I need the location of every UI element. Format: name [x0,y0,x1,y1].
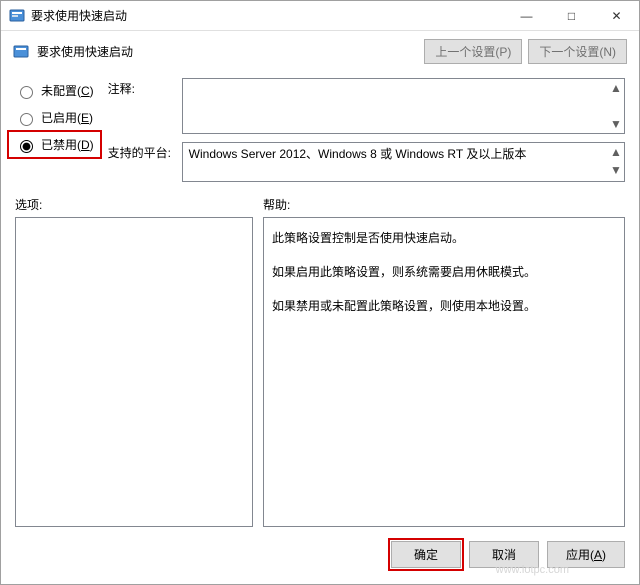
maximize-button[interactable]: □ [549,1,594,30]
right-column: 注释: ▲▼ 支持的平台: Windows Server 2012、Window… [108,78,625,182]
help-paragraph: 如果启用此策略设置，则系统需要启用休眠模式。 [272,260,616,284]
titlebar: 要求使用快速启动 — □ ✕ [1,1,639,31]
dialog-window: 要求使用快速启动 — □ ✕ 要求使用快速启动 上一个设置(P) 下一个设置(N… [0,0,640,585]
radio-group: 未配置(C) 已启用(E) 已禁用(D) [15,78,94,182]
next-setting-button[interactable]: 下一个设置(N) [528,39,627,64]
header-row: 要求使用快速启动 上一个设置(P) 下一个设置(N) [1,31,639,72]
minimize-button[interactable]: — [504,1,549,30]
prev-setting-button[interactable]: 上一个设置(P) [424,39,522,64]
help-pane[interactable]: 此策略设置控制是否使用快速启动。 如果启用此策略设置，则系统需要启用休眠模式。 … [263,217,625,527]
radio-not-configured-input[interactable] [20,86,33,99]
radio-label: 已禁用(D) [41,136,94,153]
window-controls: — □ ✕ [504,1,639,30]
radio-not-configured[interactable]: 未配置(C) [15,82,94,99]
comment-row: 注释: ▲▼ [108,78,625,134]
config-row: 未配置(C) 已启用(E) 已禁用(D) 注释: ▲▼ [15,78,625,182]
header-title: 要求使用快速启动 [37,43,133,60]
apply-button[interactable]: 应用(A) [547,541,625,568]
platform-row: 支持的平台: Windows Server 2012、Windows 8 或 W… [108,142,625,182]
window-title: 要求使用快速启动 [31,7,504,24]
nav-buttons: 上一个设置(P) 下一个设置(N) [424,39,627,64]
platform-label: 支持的平台: [108,142,172,161]
radio-label: 未配置(C) [41,82,94,99]
ok-button[interactable]: 确定 [391,541,461,568]
radio-disabled-input[interactable] [20,140,33,153]
help-paragraph: 如果禁用或未配置此策略设置，则使用本地设置。 [272,294,616,318]
radio-label: 已启用(E) [41,109,93,126]
options-pane[interactable] [15,217,253,527]
comment-label: 注释: [108,78,172,97]
options-label: 选项: [15,196,263,213]
content-area: 未配置(C) 已启用(E) 已禁用(D) 注释: ▲▼ [1,72,639,527]
footer: 确定 取消 应用(A) www.lotpc.com [1,527,639,584]
scrollbar-indicator: ▲▼ [610,145,622,179]
help-label: 帮助: [263,196,290,213]
radio-disabled[interactable]: 已禁用(D) [7,130,102,159]
radio-enabled-input[interactable] [20,113,33,126]
panes: 此策略设置控制是否使用快速启动。 如果启用此策略设置，则系统需要启用休眠模式。 … [15,217,625,527]
mid-labels: 选项: 帮助: [15,196,625,213]
radio-enabled[interactable]: 已启用(E) [15,109,94,126]
scrollbar-indicator: ▲▼ [610,81,622,131]
platform-text-box: Windows Server 2012、Windows 8 或 Windows … [182,142,625,182]
policy-icon [13,44,29,60]
close-button[interactable]: ✕ [594,1,639,30]
help-paragraph: 此策略设置控制是否使用快速启动。 [272,226,616,250]
cancel-button[interactable]: 取消 [469,541,539,568]
comment-textarea[interactable]: ▲▼ [182,78,625,134]
app-icon [9,8,25,24]
platform-text: Windows Server 2012、Windows 8 或 Windows … [189,147,527,161]
